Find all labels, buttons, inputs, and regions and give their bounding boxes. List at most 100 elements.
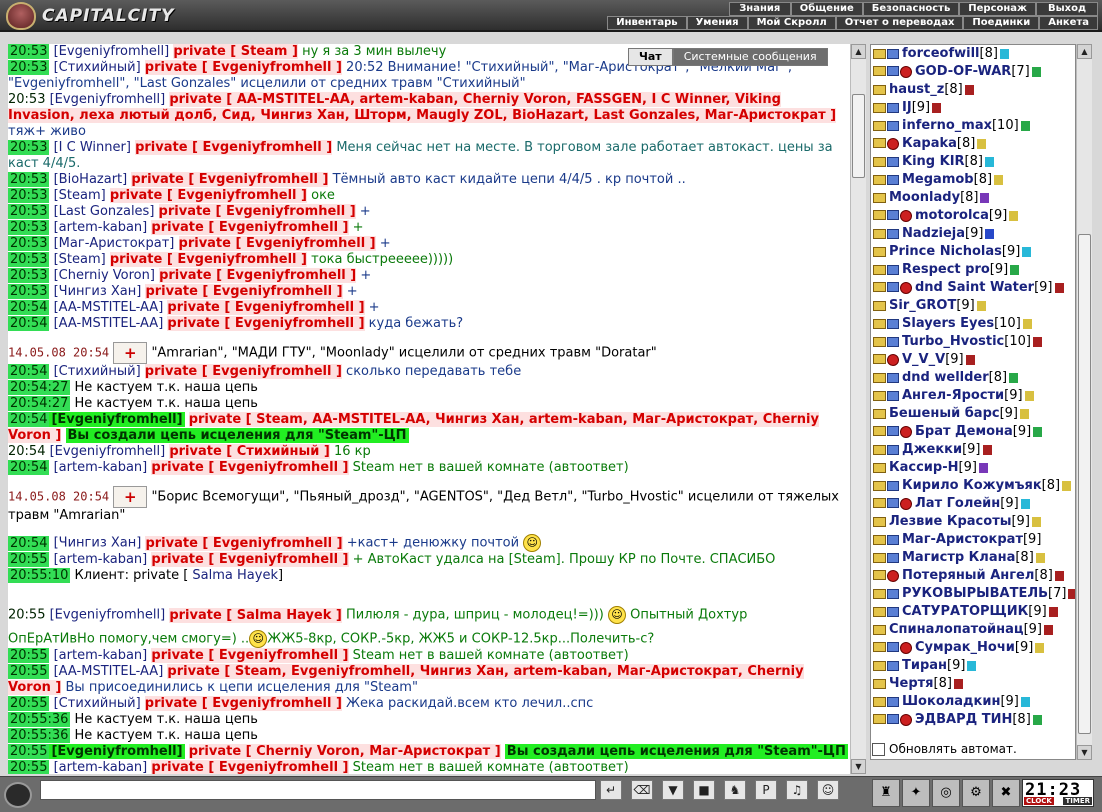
private-message-icon[interactable] bbox=[873, 661, 886, 671]
menu-character[interactable]: Персонаж bbox=[959, 2, 1036, 16]
private-message-icon[interactable] bbox=[873, 103, 886, 113]
user-name[interactable]: dnd wellder bbox=[902, 369, 989, 387]
user-name[interactable]: Prince Nicholas bbox=[889, 243, 1002, 261]
user-list-item[interactable]: Sir_GROT [9] bbox=[871, 297, 1075, 315]
user-status-icon[interactable] bbox=[977, 139, 987, 149]
user-list-item[interactable]: Лезвие Красоты [9] bbox=[871, 513, 1075, 531]
user-status-icon[interactable] bbox=[1035, 553, 1045, 563]
clan-emblem-icon[interactable] bbox=[900, 642, 912, 654]
user-status-icon[interactable] bbox=[1010, 265, 1020, 275]
user-list-item[interactable]: Караka [8] bbox=[871, 135, 1075, 153]
private-message-icon[interactable] bbox=[873, 229, 886, 239]
speaker[interactable]: [Стихийный] bbox=[54, 60, 141, 75]
tab-system-messages[interactable]: Системные сообщения bbox=[672, 48, 828, 66]
autoupdate-checkbox[interactable] bbox=[872, 742, 885, 756]
user-info-icon[interactable] bbox=[887, 481, 899, 491]
timestamp[interactable]: 20:54 bbox=[8, 460, 50, 475]
timestamp[interactable]: 20:54:27 bbox=[8, 380, 71, 395]
user-info-icon[interactable] bbox=[887, 157, 899, 167]
private-message-icon[interactable] bbox=[873, 121, 886, 131]
user-info-icon[interactable] bbox=[887, 319, 899, 329]
user-name[interactable]: Магистр Клана bbox=[902, 549, 1015, 567]
timestamp[interactable]: 20:54 bbox=[8, 535, 50, 551]
user-info-icon[interactable] bbox=[887, 607, 899, 617]
user-list-item[interactable]: Джекки [9] bbox=[871, 441, 1075, 459]
speaker[interactable]: [AA-MSTITEL-AA] bbox=[54, 664, 164, 679]
user-name[interactable]: V_V_V bbox=[902, 351, 945, 369]
user-status-icon[interactable] bbox=[1022, 247, 1032, 257]
user-status-icon[interactable] bbox=[964, 85, 974, 95]
private-message-icon[interactable] bbox=[873, 642, 886, 652]
speaker[interactable]: [Чингиз Хан] bbox=[54, 284, 142, 299]
user-status-icon[interactable] bbox=[953, 679, 963, 689]
private-message-icon[interactable] bbox=[873, 282, 886, 292]
private-message-icon[interactable] bbox=[873, 247, 886, 257]
user-list-item[interactable]: Чертя [8] bbox=[871, 675, 1075, 693]
private-recipients[interactable]: private [ Evgeniyfromhell ] bbox=[144, 696, 342, 711]
speaker[interactable]: [Evgeniyfromhell] bbox=[49, 412, 185, 427]
user-list-item[interactable]: forceofwill [8] bbox=[871, 45, 1075, 63]
speaker[interactable]: [Evgeniyfromhell] bbox=[50, 608, 166, 623]
user-info-icon[interactable] bbox=[887, 282, 899, 292]
user-status-icon[interactable] bbox=[1024, 391, 1034, 401]
user-name[interactable]: IJ bbox=[902, 99, 912, 117]
menu-battles[interactable]: Поединки bbox=[963, 16, 1040, 30]
music-icon[interactable]: ♫ bbox=[786, 780, 808, 800]
menu-inventory[interactable]: Инвентарь bbox=[607, 16, 687, 30]
clan-emblem-icon[interactable] bbox=[900, 282, 912, 294]
user-list-item[interactable]: King KIR [8] bbox=[871, 153, 1075, 171]
speaker[interactable]: [Чингиз Хан] bbox=[54, 536, 142, 551]
private-message-icon[interactable] bbox=[873, 157, 886, 167]
timestamp[interactable]: 20:54:27 bbox=[8, 396, 71, 411]
timestamp[interactable]: 20:54 bbox=[8, 444, 45, 459]
user-name[interactable]: Respect pro bbox=[902, 261, 990, 279]
private-message-icon[interactable] bbox=[873, 373, 886, 383]
private-message-icon[interactable] bbox=[873, 138, 886, 148]
private-message-icon[interactable] bbox=[873, 697, 886, 707]
speaker[interactable]: [Steam] bbox=[54, 252, 106, 267]
timestamp[interactable]: 20:53 bbox=[8, 140, 50, 155]
user-info-icon[interactable] bbox=[887, 714, 899, 724]
private-message-icon[interactable] bbox=[873, 391, 886, 401]
private-recipients[interactable]: private [ Steam ] bbox=[173, 44, 298, 59]
private-recipients[interactable]: private [ Evgeniyfromhell ] bbox=[145, 535, 343, 551]
user-status-icon[interactable] bbox=[1020, 499, 1030, 509]
user-name[interactable]: Шоколадкин bbox=[902, 693, 1000, 711]
user-name[interactable]: Караka bbox=[902, 135, 957, 153]
user-list-item[interactable]: V_V_V [9] bbox=[871, 351, 1075, 369]
user-status-icon[interactable] bbox=[982, 445, 992, 455]
timestamp[interactable]: 20:54 bbox=[8, 364, 50, 379]
private-recipients[interactable]: private [ Evgeniyfromhell ] bbox=[167, 300, 365, 315]
user-info-icon[interactable] bbox=[887, 210, 899, 220]
user-name[interactable]: Sir_GROT bbox=[889, 297, 956, 315]
clan-emblem-icon[interactable] bbox=[887, 138, 899, 150]
user-list-item[interactable]: motorolca [9] bbox=[871, 207, 1075, 225]
private-message-icon[interactable] bbox=[873, 409, 886, 419]
user-status-icon[interactable] bbox=[1032, 715, 1042, 725]
private-recipients[interactable]: private [ Evgeniyfromhell ] bbox=[145, 284, 343, 299]
map-icon[interactable]: ◎ bbox=[932, 779, 960, 807]
timestamp[interactable]: 20:55:10 bbox=[8, 568, 71, 583]
user-list-item[interactable]: IJ [9] bbox=[871, 99, 1075, 117]
user-list-item[interactable]: Turbo_Hvostic [10] bbox=[871, 333, 1075, 351]
private-recipients[interactable]: private [ Evgeniyfromhell ] bbox=[151, 220, 349, 235]
user-name[interactable]: Megamob bbox=[902, 171, 974, 189]
inventory-icon[interactable]: ♜ bbox=[872, 779, 900, 807]
menu-knowledge[interactable]: Знания bbox=[728, 2, 791, 16]
private-message-icon[interactable] bbox=[873, 679, 886, 689]
user-name[interactable]: Slayers Eyes bbox=[902, 315, 994, 333]
user-list-item[interactable]: Ангел-Ярости [9] bbox=[871, 387, 1075, 405]
clan-emblem-icon[interactable] bbox=[887, 354, 899, 366]
user-status-icon[interactable] bbox=[984, 157, 994, 167]
scroll-up-icon[interactable]: ▲ bbox=[1077, 44, 1092, 59]
user-name[interactable]: haust_z bbox=[889, 81, 944, 99]
user-list-item[interactable]: Кассир-Н [9] bbox=[871, 459, 1075, 477]
user-name[interactable]: Кирило Кожумъяк bbox=[902, 477, 1042, 495]
private-recipients[interactable]: private [ Evgeniyfromhell ] bbox=[135, 140, 333, 155]
private-recipients[interactable]: private [ Evgeniyfromhell ] bbox=[151, 552, 349, 567]
user-info-icon[interactable] bbox=[887, 373, 899, 383]
chat-input[interactable] bbox=[40, 780, 596, 800]
timestamp[interactable]: 20:53 bbox=[8, 284, 50, 299]
chat-avatar-icon[interactable] bbox=[4, 782, 32, 808]
private-message-icon[interactable] bbox=[873, 319, 886, 329]
